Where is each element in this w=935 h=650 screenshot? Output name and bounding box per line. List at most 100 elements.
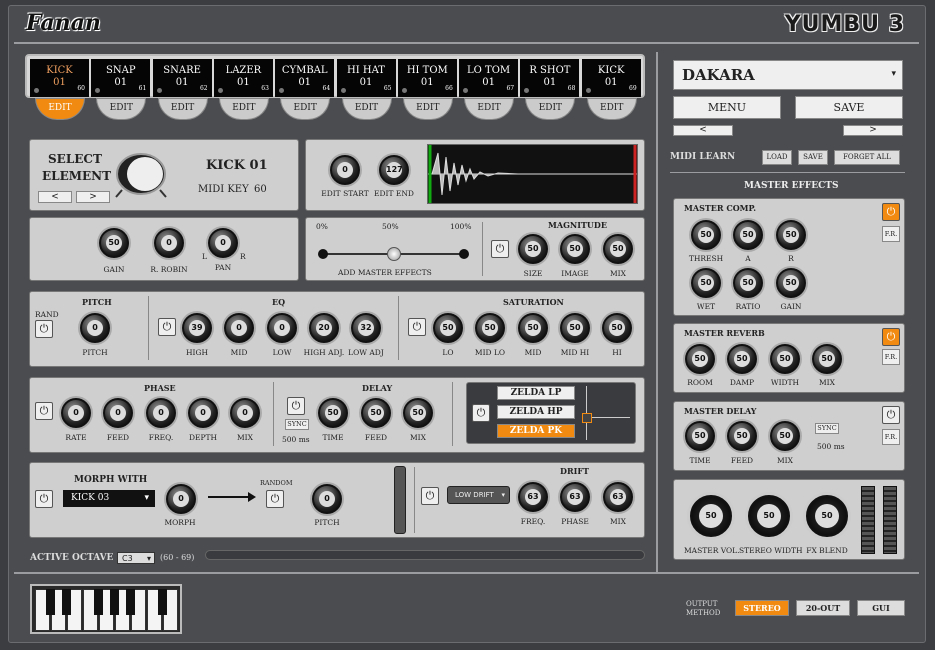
eq-low-knob[interactable]: 0 bbox=[267, 313, 297, 343]
edit-end-knob[interactable]: 127 bbox=[379, 155, 409, 185]
random-button[interactable]: ⏻ bbox=[266, 490, 284, 508]
drum-pad[interactable]: KICK 01 60 bbox=[30, 59, 89, 97]
mdelay-feed-knob[interactable]: 50 bbox=[727, 421, 757, 451]
zelda-hp-button[interactable]: ZELDA HP bbox=[497, 405, 575, 419]
morph-knob[interactable]: 0 bbox=[166, 484, 196, 514]
mdelay-power-button[interactable]: ⏻ bbox=[882, 406, 900, 424]
preset-next-button[interactable]: > bbox=[843, 125, 903, 136]
morph-scrollbar[interactable] bbox=[394, 466, 406, 534]
reverb-mix-knob[interactable]: 50 bbox=[812, 344, 842, 374]
delay-power-button[interactable]: ⏻ bbox=[287, 397, 305, 415]
comp-power-button[interactable]: ⏻ bbox=[882, 203, 900, 221]
drift-power-button[interactable]: ⏻ bbox=[421, 487, 439, 505]
comp-gain-knob[interactable]: 50 bbox=[776, 268, 806, 298]
reverb-damp-knob[interactable]: 50 bbox=[727, 344, 757, 374]
piano-black-key[interactable] bbox=[158, 589, 167, 615]
drum-pad[interactable]: HI HAT 01 65 bbox=[336, 59, 396, 97]
drift-mode-select[interactable]: LOW DRIFT ▾ bbox=[447, 486, 510, 504]
pan-knob[interactable]: 0 bbox=[208, 228, 238, 258]
morph-power-button[interactable]: ⏻ bbox=[35, 490, 53, 508]
midi-load-button[interactable]: LOAD bbox=[762, 150, 792, 165]
drum-pad[interactable]: CYMBAL 01 64 bbox=[275, 59, 335, 97]
saturation-power-button[interactable]: ⏻ bbox=[408, 318, 426, 336]
octave-select[interactable]: C3 ▾ bbox=[117, 552, 155, 564]
phase-power-button[interactable]: ⏻ bbox=[35, 402, 53, 420]
mdelay-fr-button[interactable]: F.R. bbox=[882, 429, 900, 445]
element-next-button[interactable]: > bbox=[76, 191, 110, 203]
comp-wet-knob[interactable]: 50 bbox=[691, 268, 721, 298]
phase-rate-knob[interactable]: 0 bbox=[61, 398, 91, 428]
pitch-knob[interactable]: 0 bbox=[80, 313, 110, 343]
reverb-width-knob[interactable]: 50 bbox=[770, 344, 800, 374]
reverb-power-button[interactable]: ⏻ bbox=[882, 328, 900, 346]
delay-feed-knob[interactable]: 50 bbox=[361, 398, 391, 428]
edit-start-knob[interactable]: 0 bbox=[330, 155, 360, 185]
drift-freq-knob[interactable]: 63 bbox=[518, 482, 548, 512]
drum-pad[interactable]: R SHOT 01 68 bbox=[520, 59, 580, 97]
stereo-width-knob[interactable]: 50 bbox=[748, 495, 790, 537]
waveform-display[interactable] bbox=[427, 144, 638, 204]
filter-power-button[interactable]: ⏻ bbox=[472, 404, 490, 422]
drift-mix-knob[interactable]: 63 bbox=[603, 482, 633, 512]
eq-low-adj-knob[interactable]: 32 bbox=[351, 313, 381, 343]
master-fx-slider-thumb[interactable] bbox=[387, 247, 401, 261]
zelda-lp-button[interactable]: ZELDA LP bbox=[497, 386, 575, 400]
sat-hi-knob[interactable]: 50 bbox=[602, 313, 632, 343]
gain-knob[interactable]: 50 bbox=[99, 228, 129, 258]
comp-fr-button[interactable]: F.R. bbox=[882, 226, 900, 242]
menu-button[interactable]: MENU bbox=[673, 96, 781, 119]
eq-power-button[interactable]: ⏻ bbox=[158, 318, 176, 336]
keyboard-scrollbar[interactable] bbox=[205, 550, 645, 560]
delay-sync-button[interactable]: SYNC bbox=[285, 419, 309, 430]
reverb-room-knob[interactable]: 50 bbox=[685, 344, 715, 374]
drift-phase-knob[interactable]: 63 bbox=[560, 482, 590, 512]
piano-black-key[interactable] bbox=[110, 589, 119, 615]
morph-pitch-knob[interactable]: 0 bbox=[312, 484, 342, 514]
gui-button[interactable]: GUI bbox=[857, 600, 905, 616]
reverb-fr-button[interactable]: F.R. bbox=[882, 349, 900, 365]
magnitude-size-knob[interactable]: 50 bbox=[518, 234, 548, 264]
sat-lo-knob[interactable]: 50 bbox=[433, 313, 463, 343]
stereo-button[interactable]: STEREO bbox=[735, 600, 789, 616]
piano-black-key[interactable] bbox=[62, 589, 71, 615]
phase-feed-knob[interactable]: 0 bbox=[103, 398, 133, 428]
magnitude-image-knob[interactable]: 50 bbox=[560, 234, 590, 264]
20-out-button[interactable]: 20-OUT bbox=[796, 600, 850, 616]
comp-ratio-knob[interactable]: 50 bbox=[733, 268, 763, 298]
eq-high-adj-knob[interactable]: 20 bbox=[309, 313, 339, 343]
drum-pad[interactable]: SNAP 01 61 bbox=[91, 59, 151, 97]
sat-midhi-knob[interactable]: 50 bbox=[560, 313, 590, 343]
save-button[interactable]: SAVE bbox=[795, 96, 903, 119]
sat-mid-knob[interactable]: 50 bbox=[518, 313, 548, 343]
magnitude-power-button[interactable]: ⏻ bbox=[491, 240, 509, 258]
drum-pad[interactable]: HI TOM 01 66 bbox=[397, 59, 457, 97]
forget-all-button[interactable]: FORGET ALL bbox=[834, 150, 900, 165]
delay-time-knob[interactable]: 50 bbox=[318, 398, 348, 428]
delay-mix-knob[interactable]: 50 bbox=[403, 398, 433, 428]
master-vol-knob[interactable]: 50 bbox=[690, 495, 732, 537]
mdelay-time-knob[interactable]: 50 bbox=[685, 421, 715, 451]
comp-attack-knob[interactable]: 50 bbox=[733, 220, 763, 250]
drum-pad[interactable]: LO TOM 01 67 bbox=[459, 59, 519, 97]
zelda-pk-button[interactable]: ZELDA PK bbox=[497, 424, 575, 438]
phase-freq-knob[interactable]: 0 bbox=[146, 398, 176, 428]
rand-power-button[interactable]: ⏻ bbox=[35, 320, 53, 338]
drum-pad[interactable]: SNARE 01 62 bbox=[152, 59, 212, 97]
preset-select[interactable]: DAKARA ▾ bbox=[673, 60, 903, 90]
phase-mix-knob[interactable]: 0 bbox=[230, 398, 260, 428]
magnitude-mix-knob[interactable]: 50 bbox=[603, 234, 633, 264]
filter-xy-handle[interactable] bbox=[582, 413, 592, 423]
round-robin-knob[interactable]: 0 bbox=[154, 228, 184, 258]
comp-release-knob[interactable]: 50 bbox=[776, 220, 806, 250]
piano-black-key[interactable] bbox=[94, 589, 103, 615]
phase-depth-knob[interactable]: 0 bbox=[188, 398, 218, 428]
sat-midlo-knob[interactable]: 50 bbox=[475, 313, 505, 343]
drum-pad[interactable]: LAZER 01 63 bbox=[213, 59, 273, 97]
eq-high-knob[interactable]: 39 bbox=[182, 313, 212, 343]
piano-black-key[interactable] bbox=[126, 589, 135, 615]
mdelay-sync-button[interactable]: SYNC bbox=[815, 423, 839, 434]
morph-target-select[interactable]: KICK 03 ▾ bbox=[63, 490, 155, 507]
comp-thresh-knob[interactable]: 50 bbox=[691, 220, 721, 250]
mdelay-mix-knob[interactable]: 50 bbox=[770, 421, 800, 451]
drum-pad[interactable]: KICK 01 69 bbox=[581, 59, 641, 97]
